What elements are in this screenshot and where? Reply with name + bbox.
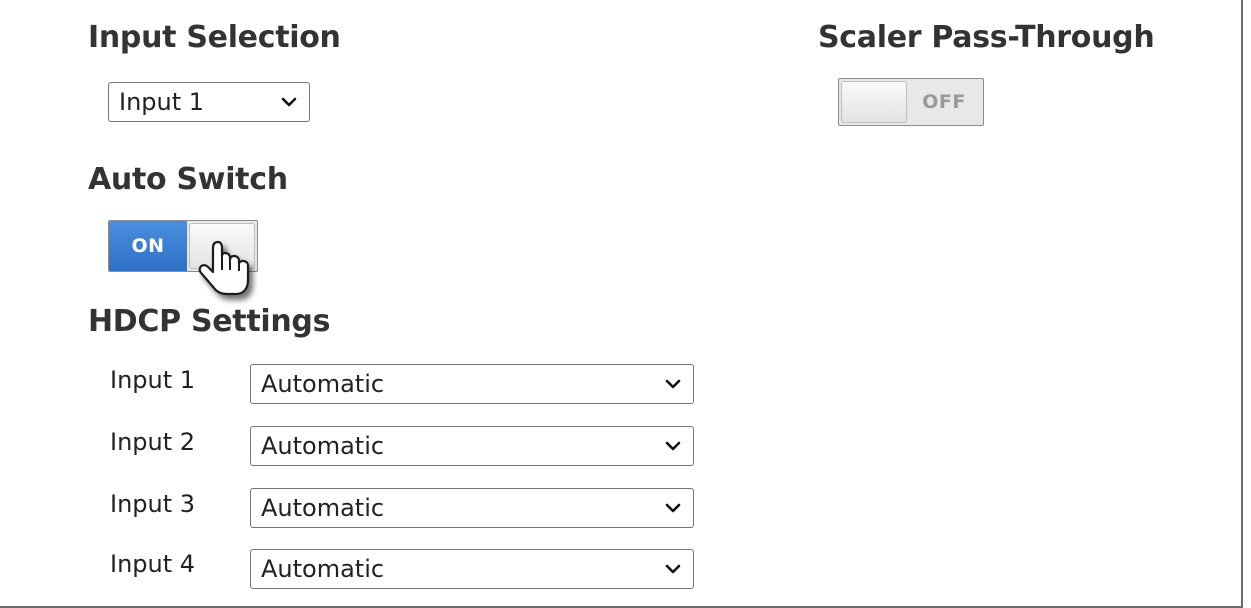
- input-selection-value: Input 1: [119, 88, 205, 116]
- input-selection-dropdown[interactable]: Input 1: [108, 82, 310, 122]
- hdcp-row-label: Input 1: [110, 366, 196, 394]
- toggle-off-label: OFF: [922, 91, 966, 113]
- hdcp-row-label: Input 3: [110, 490, 196, 518]
- hdcp-row-label: Input 4: [110, 550, 196, 578]
- hand-pointer-icon: [192, 236, 264, 308]
- chevron-down-icon: [663, 374, 683, 394]
- toggle-knob: [841, 81, 907, 123]
- hdcp-value: Automatic: [261, 555, 385, 583]
- hdcp-row-label: Input 2: [110, 428, 196, 456]
- hdcp-settings-heading: HDCP Settings: [88, 304, 331, 339]
- hdcp-value: Automatic: [261, 494, 385, 522]
- hdcp-input-1-dropdown[interactable]: Automatic: [250, 364, 694, 404]
- scaler-pass-through-toggle[interactable]: OFF: [838, 78, 984, 126]
- hdcp-input-3-dropdown[interactable]: Automatic: [250, 488, 694, 528]
- hdcp-value: Automatic: [261, 370, 385, 398]
- toggle-on-label: ON: [109, 221, 187, 271]
- auto-switch-heading: Auto Switch: [88, 162, 288, 197]
- scaler-pass-through-heading: Scaler Pass-Through: [818, 20, 1155, 55]
- chevron-down-icon: [279, 92, 299, 112]
- hdcp-value: Automatic: [261, 432, 385, 460]
- chevron-down-icon: [663, 436, 683, 456]
- hdcp-input-4-dropdown[interactable]: Automatic: [250, 549, 694, 589]
- chevron-down-icon: [663, 559, 683, 579]
- hdcp-input-2-dropdown[interactable]: Automatic: [250, 426, 694, 466]
- input-selection-heading: Input Selection: [88, 20, 341, 55]
- chevron-down-icon: [663, 498, 683, 518]
